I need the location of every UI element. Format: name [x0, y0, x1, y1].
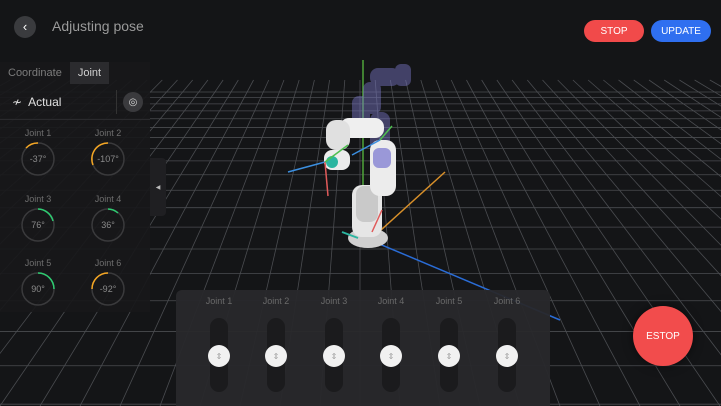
- slider-joint-5: Joint 5 ⇕: [424, 290, 474, 392]
- up-down-arrows-icon: ⇕: [272, 351, 280, 361]
- joint-panel: Coordinate Joint ≁ Actual ◎ Joint 1 -37°…: [0, 62, 150, 312]
- target-button[interactable]: ◎: [123, 92, 143, 112]
- dial-gauge: 36°: [90, 207, 126, 243]
- joint-dial-2: Joint 2 -107°: [78, 128, 138, 177]
- up-down-arrows-icon: ⇕: [503, 351, 511, 361]
- mode-selector[interactable]: ≁ Actual ◎: [0, 84, 150, 120]
- joint-dial-6: Joint 6 -92°: [78, 258, 138, 307]
- page-title: Adjusting pose: [52, 18, 144, 34]
- joint-dial-3: Joint 3 76°: [8, 194, 68, 243]
- slider-knob[interactable]: ⇕: [323, 345, 345, 367]
- slider-joint-4: Joint 4 ⇕: [366, 290, 416, 392]
- up-down-arrows-icon: ⇕: [445, 351, 453, 361]
- up-down-arrows-icon: ⇕: [215, 351, 223, 361]
- dial-gauge: 76°: [20, 207, 56, 243]
- tab-joint[interactable]: Joint: [69, 62, 110, 84]
- slider-knob[interactable]: ⇕: [496, 345, 518, 367]
- update-button[interactable]: UPDATE: [651, 20, 711, 42]
- panel-tabs: Coordinate Joint: [0, 62, 150, 84]
- dial-gauge: -92°: [90, 271, 126, 307]
- slider-joint-2: Joint 2 ⇕: [251, 290, 301, 392]
- slider-knob[interactable]: ⇕: [208, 345, 230, 367]
- mode-label: Actual: [28, 94, 62, 109]
- triangle-left-icon: ◀: [155, 184, 161, 191]
- slider-joint-1: Joint 1 ⇕: [194, 290, 244, 392]
- divider: [116, 90, 117, 114]
- slider-knob[interactable]: ⇕: [438, 345, 460, 367]
- back-button[interactable]: ‹: [14, 16, 36, 38]
- target-icon: ◎: [128, 96, 138, 108]
- dial-gauge: 90°: [20, 271, 56, 307]
- dial-gauge: -37°: [20, 141, 56, 177]
- slider-joint-3: Joint 3 ⇕: [309, 290, 359, 392]
- joint-slider-panel: Joint 1 ⇕ Joint 2 ⇕ Joint 3 ⇕ Joint 4 ⇕ …: [176, 290, 550, 406]
- slider-knob[interactable]: ⇕: [265, 345, 287, 367]
- slider-joint-6: Joint 6 ⇕: [482, 290, 532, 392]
- tab-coordinate[interactable]: Coordinate: [0, 62, 70, 84]
- chevron-left-icon: ‹: [22, 19, 28, 34]
- signal-wave-icon: ≁: [12, 94, 23, 109]
- slider-knob[interactable]: ⇕: [380, 345, 402, 367]
- stop-button[interactable]: STOP: [584, 20, 644, 42]
- joint-dial-5: Joint 5 90°: [8, 258, 68, 307]
- panel-collapse-handle[interactable]: ◀: [150, 158, 166, 216]
- dial-gauge: -107°: [90, 141, 126, 177]
- joint-dial-4: Joint 4 36°: [78, 194, 138, 243]
- estop-button[interactable]: ESTOP: [633, 306, 693, 366]
- up-down-arrows-icon: ⇕: [387, 351, 395, 361]
- up-down-arrows-icon: ⇕: [330, 351, 338, 361]
- joint-dial-1: Joint 1 -37°: [8, 128, 68, 177]
